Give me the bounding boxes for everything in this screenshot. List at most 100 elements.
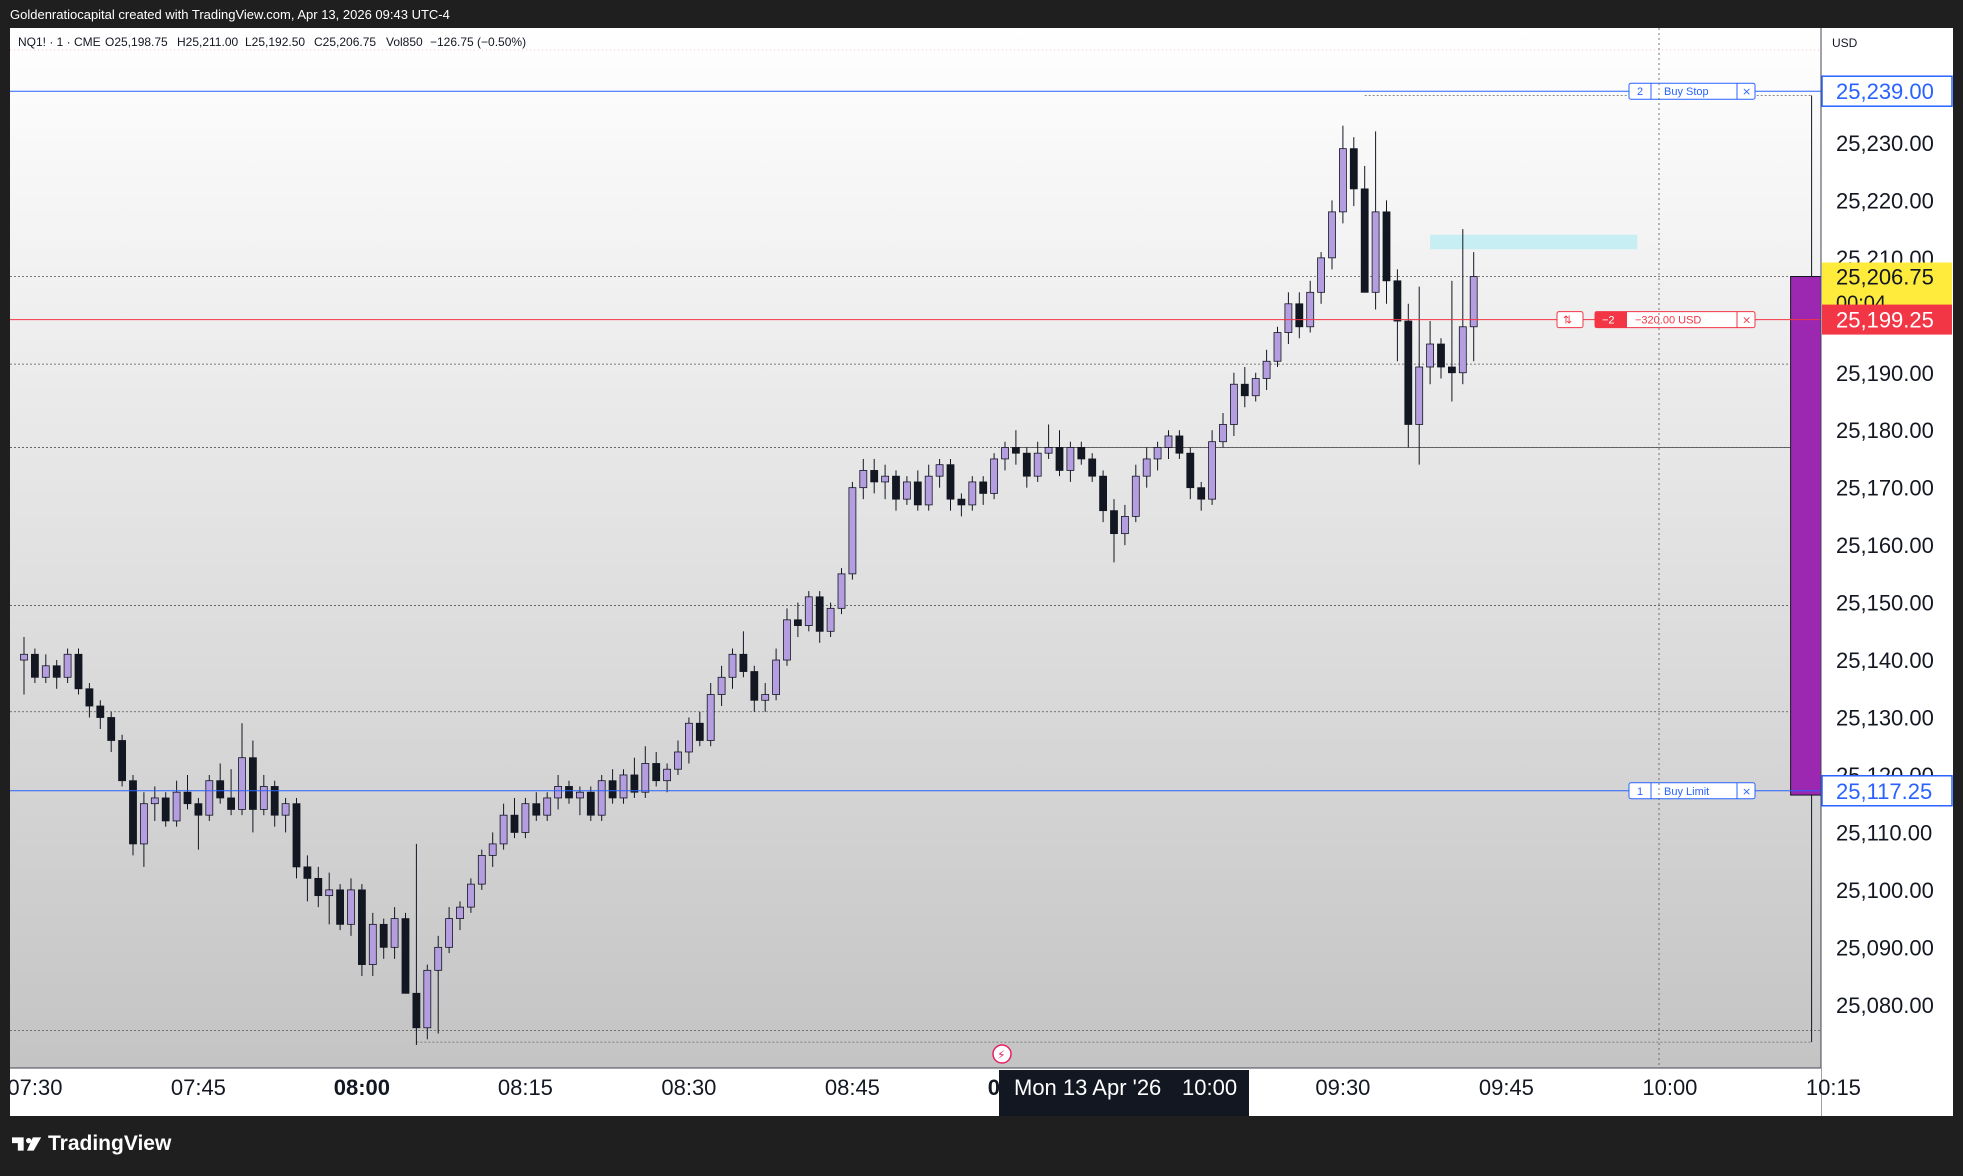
candle-down xyxy=(107,717,116,741)
candle-up xyxy=(477,855,486,885)
candle-up xyxy=(1284,303,1293,333)
candle-up xyxy=(1033,452,1042,477)
price-chart[interactable]: OB 5 min 25238.2525206.7525116.525073.5 … xyxy=(10,28,1953,1116)
price-tick-label: 25,110.00 xyxy=(1836,820,1932,845)
candle-down xyxy=(30,653,39,678)
candle-down xyxy=(1012,447,1020,454)
candle-down xyxy=(314,877,323,897)
candle-down xyxy=(194,803,203,816)
candle-up xyxy=(990,458,998,494)
buy-limit-close-icon: × xyxy=(1742,785,1751,798)
candle-up xyxy=(576,791,584,799)
ob-zone xyxy=(1430,234,1638,250)
candle-down xyxy=(1360,188,1369,293)
position-flip-icon: ⇅ xyxy=(1563,314,1572,327)
candle-up xyxy=(1458,326,1467,374)
position-pnl: −320.00 USD xyxy=(1635,315,1701,327)
time-axis[interactable] xyxy=(10,1068,1821,1116)
candle-down xyxy=(1175,435,1184,454)
candle-up xyxy=(674,751,682,770)
candle-up xyxy=(1044,447,1053,454)
candle-down xyxy=(118,740,126,782)
candle-down xyxy=(957,498,966,506)
candle-up xyxy=(848,487,857,575)
crosshair-time: 10:00 xyxy=(1182,1075,1237,1100)
candle-up xyxy=(1164,435,1173,448)
legend-close: C25,206.75 xyxy=(314,35,376,49)
legend-symbol: NQ1! · 1 · CME xyxy=(18,35,101,49)
candle-up xyxy=(1142,458,1151,477)
candle-up xyxy=(924,475,933,506)
price-tick-label: 25,190.00 xyxy=(1836,361,1934,386)
candle-down xyxy=(336,889,345,925)
candle-down xyxy=(96,705,105,718)
buy-stop-price-badge-text: 25,239.00 xyxy=(1836,79,1934,104)
candle-down xyxy=(183,791,192,805)
time-tick-label: 08:30 xyxy=(661,1075,716,1100)
last-price-badge-text: 25,206.75 xyxy=(1836,265,1934,290)
candle-up xyxy=(1131,475,1140,517)
position-qty: −2 xyxy=(1602,315,1615,327)
candle-down xyxy=(1197,487,1206,500)
crosshair-time-label: Mon 13 Apr '26 10:00 xyxy=(999,1070,1249,1116)
time-tick-label: 09:45 xyxy=(1479,1075,1534,1100)
candle-up xyxy=(968,481,977,506)
candle-up xyxy=(488,843,497,856)
candle-up xyxy=(63,653,72,678)
candle-up xyxy=(325,889,334,897)
candle-up xyxy=(1121,515,1129,535)
candle-up xyxy=(347,889,355,925)
candle-up xyxy=(543,797,552,816)
candle-down xyxy=(652,763,661,782)
tradingview-logo[interactable]: TradingView xyxy=(12,1132,171,1156)
candle-down xyxy=(1404,320,1413,425)
candle-down xyxy=(85,688,94,707)
tradingview-logo-icon xyxy=(12,1137,42,1151)
candle-down xyxy=(401,918,410,994)
chart-attribution: Goldenratiocapital created with TradingV… xyxy=(10,7,450,22)
candle-up xyxy=(368,923,377,965)
price-tick-label: 25,180.00 xyxy=(1836,418,1934,443)
time-tick-label: 10:15 xyxy=(1806,1075,1861,1100)
candle-down xyxy=(794,619,802,626)
candle-down xyxy=(303,866,312,879)
candle-up xyxy=(804,596,813,626)
candle-down xyxy=(630,774,639,793)
time-tick-label: 08:00 xyxy=(334,1075,390,1100)
price-tick-label: 25,080.00 xyxy=(1836,993,1934,1018)
candle-up xyxy=(826,607,835,632)
candle-up xyxy=(1306,291,1315,328)
candle-up xyxy=(1208,441,1216,500)
candle-down xyxy=(510,814,519,833)
candle-up xyxy=(935,464,944,477)
candle-up xyxy=(837,573,846,609)
candle-down xyxy=(913,481,922,506)
candle-down xyxy=(1240,383,1249,397)
price-tick-label: 25,090.00 xyxy=(1836,935,1934,960)
time-tick-label: 07:30 xyxy=(10,1075,62,1100)
chart-frame[interactable]: OB 5 min 25238.2525206.7525116.525073.5 … xyxy=(10,28,1953,1116)
candle-down xyxy=(695,722,704,741)
candle-down xyxy=(129,780,137,845)
price-tick-label: 25,100.00 xyxy=(1836,878,1934,903)
candle-up xyxy=(1371,211,1380,293)
buy-limit-label: Buy Limit xyxy=(1664,786,1709,798)
candle-down xyxy=(608,780,617,799)
time-tick-label: 07:45 xyxy=(171,1075,226,1100)
candle-down xyxy=(1077,447,1086,460)
position-price-badge-text: 25,199.25 xyxy=(1836,308,1934,333)
crosshair-date: Mon 13 Apr '26 xyxy=(1014,1075,1161,1100)
candle-up xyxy=(445,918,454,948)
price-tick-label: 25,220.00 xyxy=(1836,188,1934,213)
candle-down xyxy=(750,671,759,701)
candle-up xyxy=(1251,378,1260,397)
candle-up xyxy=(1230,383,1238,425)
candle-down xyxy=(1437,343,1445,368)
candle-down xyxy=(1186,452,1195,489)
candle-up xyxy=(663,768,671,782)
candle-down xyxy=(1110,510,1118,535)
candle-down xyxy=(870,470,879,483)
buy-stop-label: Buy Stop xyxy=(1664,86,1709,98)
candle-up xyxy=(554,786,562,799)
candle-up xyxy=(1273,332,1282,362)
